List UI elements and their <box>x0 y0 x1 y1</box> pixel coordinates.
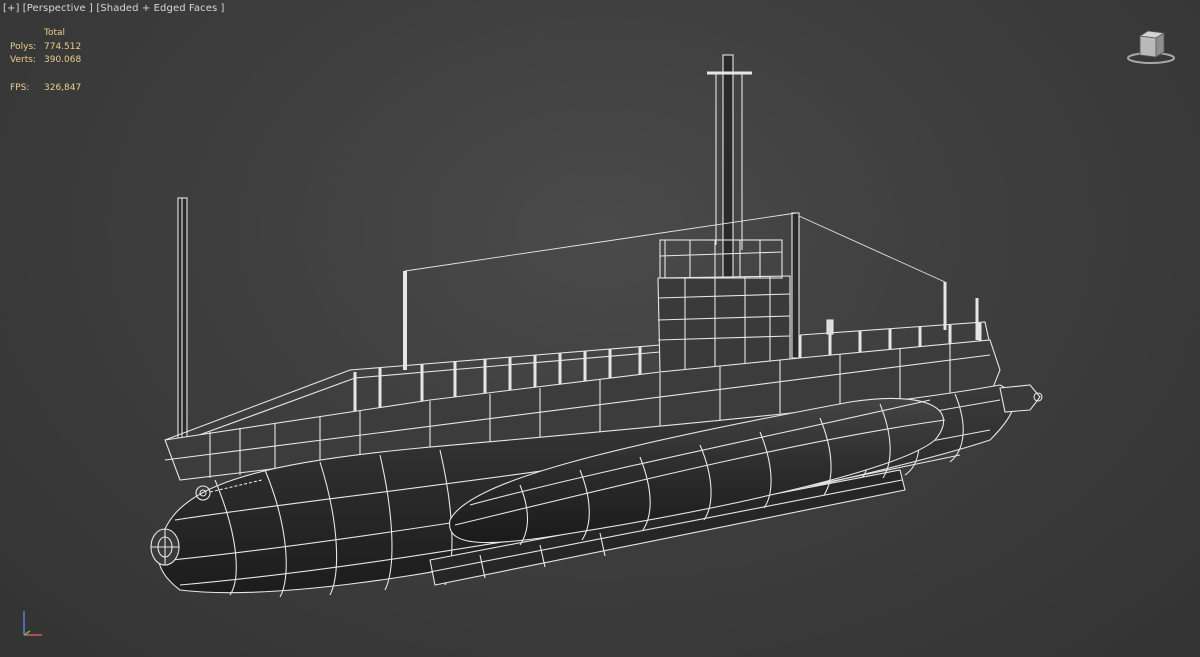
bow-tip <box>999 384 1043 413</box>
stern-propeller <box>150 528 180 566</box>
perspective-viewport[interactable]: [+] [Perspective ] [Shaded + Edged Faces… <box>0 0 1200 657</box>
axis-tripod-icon <box>23 611 42 636</box>
rear-mast <box>177 197 188 441</box>
tall-periscope-mast <box>707 54 752 301</box>
front-mast <box>791 212 800 359</box>
submarine-model-wireframe[interactable] <box>0 0 1200 657</box>
viewcube-icon[interactable] <box>1126 26 1176 66</box>
